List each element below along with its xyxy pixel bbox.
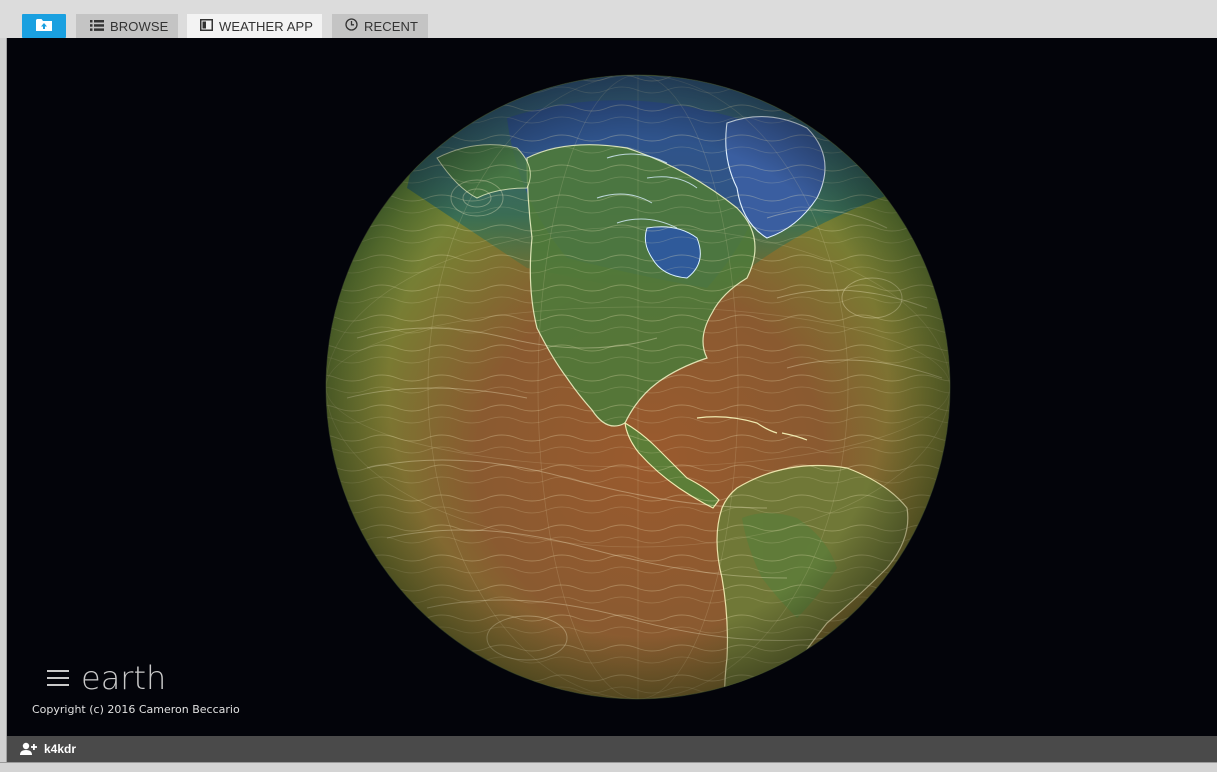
app-window: BROWSE WEATHER APP RECENT earth Copyrigh… [0, 0, 1217, 772]
username-label[interactable]: k4kdr [44, 742, 76, 756]
earth-viewport[interactable]: earth Copyright (c) 2016 Cameron Beccari… [7, 38, 1217, 736]
window-left-edge [0, 38, 7, 762]
earth-menu-label: earth [81, 659, 167, 697]
copyright-text: Copyright (c) 2016 Cameron Beccario [32, 703, 240, 716]
folder-up-icon [36, 18, 52, 34]
tab-weather-label: WEATHER APP [219, 18, 314, 34]
status-bar: k4kdr [7, 736, 1217, 762]
hamburger-icon [47, 665, 69, 691]
tab-browse[interactable]: BROWSE [76, 14, 178, 38]
window-bottom-edge [0, 762, 1217, 772]
tab-weather-app[interactable]: WEATHER APP [187, 14, 322, 38]
tab-bar: BROWSE WEATHER APP RECENT [0, 0, 1217, 38]
earth-menu-button[interactable]: earth [47, 659, 166, 697]
add-user-icon[interactable] [20, 742, 38, 756]
tab-recent[interactable]: RECENT [332, 14, 428, 38]
tab-home[interactable] [22, 14, 66, 38]
clock-icon [345, 18, 358, 34]
window-icon [200, 18, 213, 34]
tab-browse-label: BROWSE [110, 18, 169, 34]
globe-map[interactable] [7, 38, 1217, 736]
list-icon [90, 19, 104, 34]
tab-recent-label: RECENT [364, 18, 419, 34]
